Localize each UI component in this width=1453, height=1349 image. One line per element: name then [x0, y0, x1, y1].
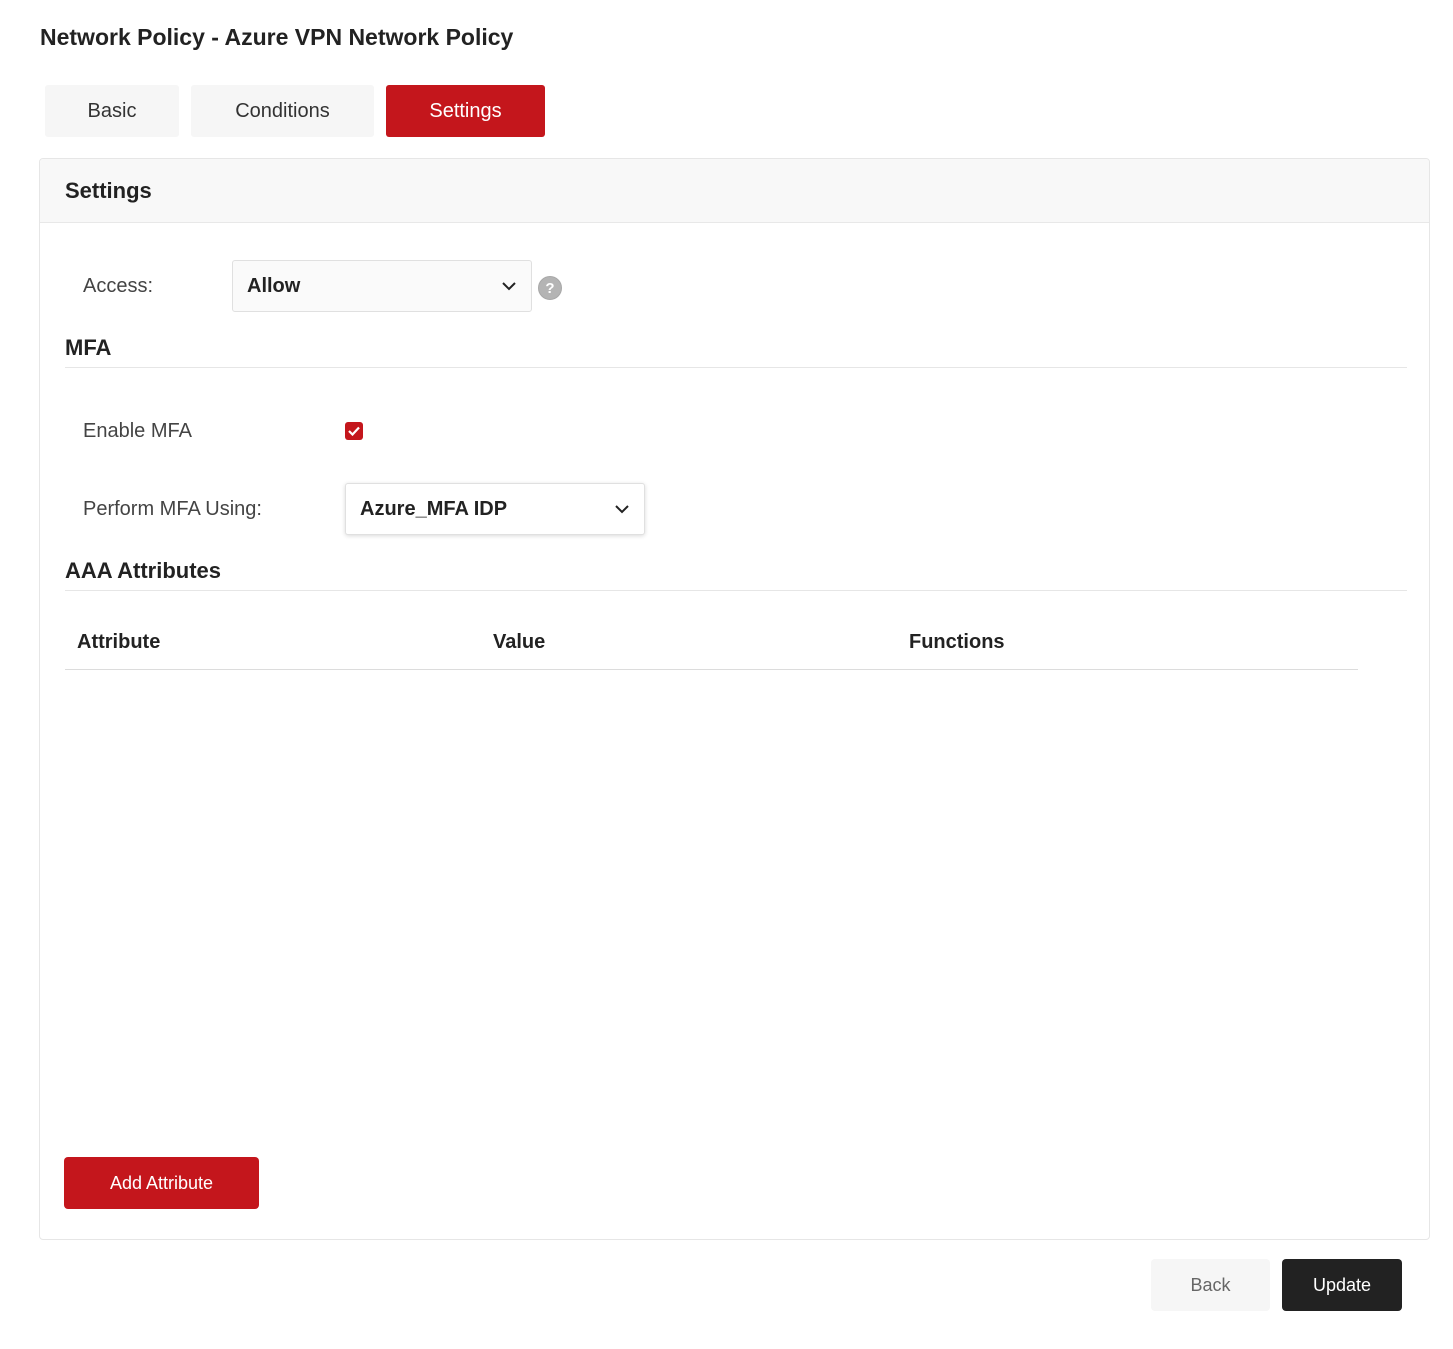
page-title: Network Policy - Azure VPN Network Polic…: [40, 24, 514, 50]
aaa-divider: [65, 590, 1407, 591]
mfa-provider-value: Azure_MFA IDP: [360, 497, 508, 520]
settings-panel: Settings Access: Allow ? MFA Enable MFA …: [39, 158, 1430, 1240]
aaa-section-title: AAA Attributes: [65, 558, 222, 583]
help-icon[interactable]: ?: [538, 276, 562, 300]
mfa-provider-select[interactable]: Azure_MFA IDP: [345, 483, 645, 535]
checkmark-icon: [348, 426, 360, 436]
access-label: Access:: [83, 275, 154, 297]
tab-settings[interactable]: Settings: [386, 85, 545, 137]
column-header-functions: Functions: [909, 631, 1005, 653]
chevron-down-icon: [614, 501, 630, 517]
column-header-value: Value: [493, 631, 546, 653]
tab-bar: Basic Conditions Settings: [45, 85, 545, 137]
tab-basic[interactable]: Basic: [45, 85, 179, 137]
perform-mfa-label: Perform MFA Using:: [83, 498, 262, 520]
add-attribute-button[interactable]: Add Attribute: [64, 1157, 259, 1209]
mfa-section-title: MFA: [65, 335, 112, 360]
column-header-attribute: Attribute: [77, 631, 161, 653]
access-select[interactable]: Allow: [232, 260, 532, 312]
enable-mfa-label: Enable MFA: [83, 420, 192, 442]
panel-title: Settings: [40, 159, 1429, 223]
table-header-divider: [65, 669, 1358, 670]
mfa-divider: [65, 367, 1407, 368]
enable-mfa-checkbox[interactable]: [345, 422, 363, 440]
chevron-down-icon: [501, 278, 517, 294]
update-button[interactable]: Update: [1282, 1259, 1402, 1311]
tab-conditions[interactable]: Conditions: [191, 85, 374, 137]
access-select-value: Allow: [247, 274, 301, 297]
back-button[interactable]: Back: [1151, 1259, 1270, 1311]
